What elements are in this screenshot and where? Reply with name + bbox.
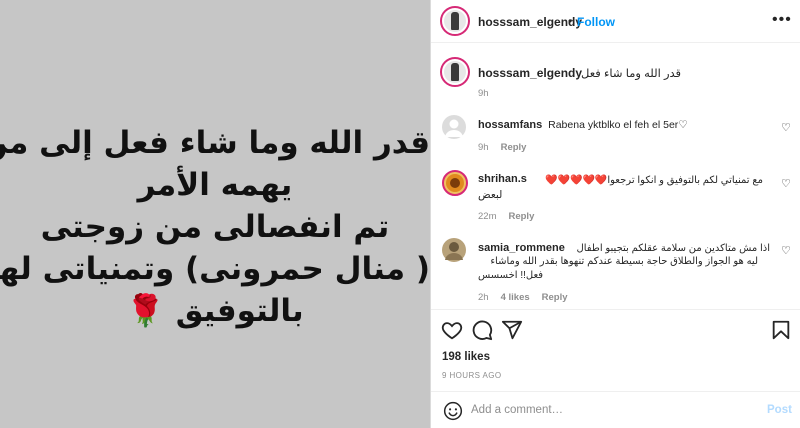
image-text-line: تم انفصالى من زوجتى xyxy=(40,209,390,245)
bookmark-icon[interactable] xyxy=(770,319,794,343)
comment-text: ليه هو الجواز والطلاق حاجة بسيطة عندكم ت… xyxy=(490,256,758,267)
comment-body: shrihan.s مع تمنياتي لكم بالتوفيق و انكو… xyxy=(478,172,763,202)
post-side-panel: hosssam_elgendy • Follow ••• hosssam_elg… xyxy=(430,0,800,428)
comment-text: اذا مش متاكدين من سلامة عقلكم بتجيبو اطف… xyxy=(576,243,770,254)
reply-button[interactable]: Reply xyxy=(508,211,534,222)
comment-meta: 9h Reply xyxy=(478,142,526,153)
post-time: 9 HOURS AGO xyxy=(442,371,502,380)
comment-heart-icon[interactable]: ♡ xyxy=(781,121,791,134)
comment-heart-icon[interactable]: ♡ xyxy=(781,244,791,257)
image-text-line: قدر الله وما شاء فعل إلى من xyxy=(0,125,430,161)
commenter-avatar[interactable] xyxy=(442,238,466,262)
add-comment-input[interactable] xyxy=(471,400,751,420)
add-comment-bar: Post xyxy=(431,391,800,428)
comment-text: مع تمنياتي لكم بالتوفيق و انكوا ترجعوا❤️… xyxy=(545,175,763,186)
post-header: hosssam_elgendy • Follow ••• xyxy=(431,0,800,43)
image-text-line: يهمه الأمر xyxy=(137,167,293,203)
more-options-icon[interactable]: ••• xyxy=(772,11,792,29)
caption-username[interactable]: hosssam_elgendy xyxy=(478,66,582,80)
commenter-avatar[interactable] xyxy=(442,115,466,139)
follow-button[interactable]: Follow xyxy=(577,15,615,29)
comment-icon[interactable] xyxy=(471,319,495,343)
separator-dot: • xyxy=(568,14,573,28)
comment-likes[interactable]: 4 likes xyxy=(501,292,530,303)
heart-icon[interactable] xyxy=(441,319,465,343)
comment-heart-icon[interactable]: ♡ xyxy=(781,177,791,190)
post-actions xyxy=(431,309,800,352)
image-text-line: بالتوفيق 🌹 xyxy=(126,293,304,329)
comment-body: hossamfans Rabena yktblko el feh el 5er♡ xyxy=(478,118,688,132)
comment-time: 9h xyxy=(478,142,489,153)
comment-body: samia_rommene اذا مش متاكدين من سلامة عق… xyxy=(478,241,770,283)
caption-avatar[interactable] xyxy=(440,57,470,87)
comment-meta: 2h 4 likes Reply xyxy=(478,292,568,303)
author-avatar[interactable] xyxy=(440,6,470,36)
comment-text: Rabena yktblko el feh el 5er♡ xyxy=(548,119,688,131)
comment-username[interactable]: samia_rommene xyxy=(478,242,565,254)
image-text-line: ( منال حمرونى) وتمنياتى لها xyxy=(0,251,430,287)
caption-time: 9h xyxy=(478,88,489,99)
comment-text: لبعض xyxy=(478,189,503,201)
reply-button[interactable]: Reply xyxy=(501,142,527,153)
comment-text: فعل!! اخسسس xyxy=(478,270,544,281)
post-comment-button[interactable]: Post xyxy=(767,404,792,416)
post-image[interactable]: قدر الله وما شاء فعل إلى من يهمه الأمر ت… xyxy=(0,0,430,428)
author-username[interactable]: hosssam_elgendy xyxy=(478,15,582,29)
likes-count[interactable]: 198 likes xyxy=(442,351,490,363)
caption-text: قدر الله وما شاء فعل xyxy=(581,68,682,80)
reply-button[interactable]: Reply xyxy=(542,292,568,303)
emoji-icon[interactable] xyxy=(443,401,463,421)
comment-meta: 22m Reply xyxy=(478,211,534,222)
comment-username[interactable]: shrihan.s xyxy=(478,173,527,185)
post-image-text: قدر الله وما شاء فعل إلى من يهمه الأمر ت… xyxy=(0,122,430,332)
share-icon[interactable] xyxy=(501,319,525,343)
comment-time: 22m xyxy=(478,211,497,222)
comment-username[interactable]: hossamfans xyxy=(478,119,542,131)
comment-time: 2h xyxy=(478,292,489,303)
commenter-avatar[interactable] xyxy=(442,170,468,196)
